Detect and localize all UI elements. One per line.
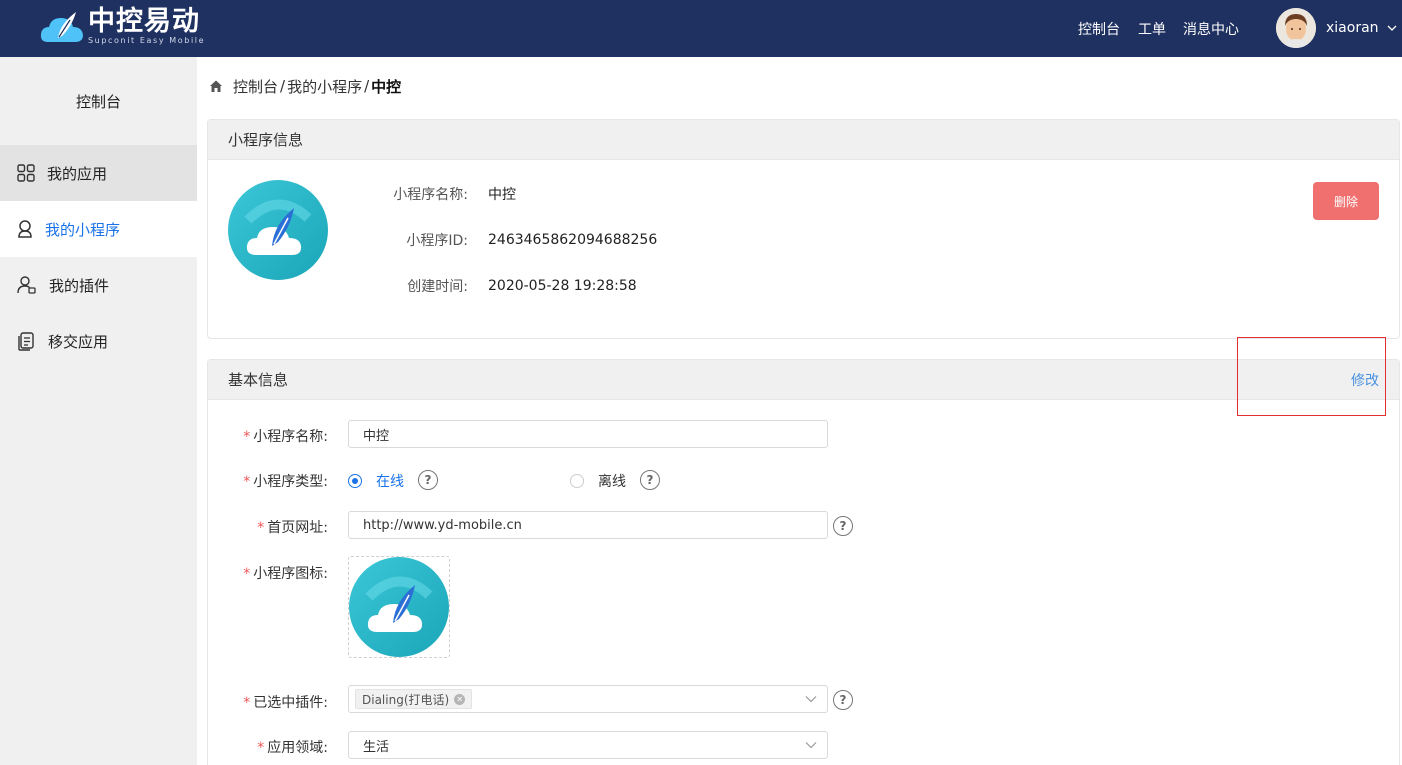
avatar bbox=[1276, 8, 1316, 48]
sidebar: 控制台 我的应用 我的小程序 我的插件 移交应用 bbox=[0, 57, 197, 765]
sidebar-item-transfer-apps[interactable]: 移交应用 bbox=[0, 313, 197, 369]
logo-subtitle: Supconit Easy Mobile bbox=[88, 36, 206, 45]
miniprogram-info-card: 小程序信息 小程序名称: 中控 小程序ID: 24634658620946882… bbox=[207, 119, 1400, 339]
icon-upload[interactable] bbox=[348, 556, 450, 658]
plugin-tag: Dialing(打电话) ✕ bbox=[355, 689, 473, 709]
domain-select[interactable]: 生活 bbox=[348, 731, 828, 759]
miniprogram-logo bbox=[228, 180, 328, 280]
plugins-select[interactable]: Dialing(打电话) ✕ bbox=[348, 685, 828, 713]
sidebar-item-my-apps[interactable]: 我的应用 bbox=[0, 145, 197, 201]
breadcrumb-separator: / bbox=[364, 77, 370, 95]
home-icon[interactable] bbox=[209, 79, 223, 93]
info-label-created: 创建时间: bbox=[407, 279, 468, 295]
highlight-box bbox=[1237, 337, 1386, 416]
sidebar-item-label: 我的小程序 bbox=[45, 220, 121, 239]
logo-title: 中控易动 bbox=[88, 6, 200, 37]
miniprogram-icon bbox=[18, 220, 32, 238]
top-bar: 中控易动 Supconit Easy Mobile 控制台 工单 消息中心 xi… bbox=[0, 0, 1402, 57]
chevron-down-icon bbox=[805, 742, 817, 749]
brand-logo[interactable]: 中控易动 Supconit Easy Mobile bbox=[40, 6, 205, 50]
close-icon[interactable]: ✕ bbox=[454, 693, 466, 705]
radio-offline[interactable] bbox=[570, 474, 584, 488]
sidebar-item-label: 移交应用 bbox=[48, 332, 109, 351]
transfer-doc-icon bbox=[18, 332, 34, 351]
breadcrumb: 控制台 / 我的小程序 / 中控 bbox=[209, 75, 401, 97]
help-icon[interactable]: ? bbox=[418, 470, 438, 490]
field-label-homepage: * 首页网址: bbox=[257, 520, 328, 536]
info-label-id: 小程序ID: bbox=[406, 233, 468, 249]
sidebar-title: 控制台 bbox=[75, 92, 121, 111]
radio-offline-label[interactable]: 离线 bbox=[598, 471, 626, 491]
field-label-domain: * 应用领域: bbox=[257, 740, 328, 756]
info-value-name: 中控 bbox=[488, 187, 516, 203]
delete-button[interactable]: 删除 bbox=[1313, 182, 1379, 220]
nav-console[interactable]: 控制台 bbox=[1078, 0, 1120, 57]
nav-tickets[interactable]: 工单 bbox=[1138, 0, 1166, 57]
field-label-plugins: * 已选中插件: bbox=[243, 695, 328, 711]
logo-cloud-icon bbox=[40, 8, 86, 46]
grid-icon bbox=[17, 164, 35, 182]
nav-messages[interactable]: 消息中心 bbox=[1183, 0, 1239, 57]
main-content: 控制台 / 我的小程序 / 中控 小程序信息 小程序名称: 中控 小程序ID: … bbox=[197, 57, 1402, 765]
info-value-created: 2020-05-28 19:28:58 bbox=[488, 278, 637, 294]
breadcrumb-my-miniprograms[interactable]: 我的小程序 bbox=[287, 76, 362, 97]
username: xiaoran bbox=[1326, 20, 1379, 36]
help-icon[interactable]: ? bbox=[833, 690, 853, 710]
info-value-id: 2463465862094688256 bbox=[488, 232, 658, 248]
info-label-name: 小程序名称: bbox=[393, 187, 468, 203]
chevron-down-icon bbox=[805, 696, 817, 703]
chevron-down-icon bbox=[1387, 25, 1396, 31]
name-input[interactable]: 中控 bbox=[348, 420, 828, 448]
sidebar-item-label: 我的应用 bbox=[47, 164, 108, 183]
field-label-name: * 小程序名称: bbox=[243, 429, 328, 445]
user-plugin-icon bbox=[17, 276, 36, 294]
card-title: 基本信息 bbox=[228, 371, 289, 389]
sidebar-item-label: 我的插件 bbox=[49, 276, 110, 295]
sidebar-item-my-plugins[interactable]: 我的插件 bbox=[0, 257, 197, 313]
breadcrumb-separator: / bbox=[280, 77, 286, 95]
card-title: 小程序信息 bbox=[208, 120, 1399, 160]
help-icon[interactable]: ? bbox=[640, 470, 660, 490]
user-menu[interactable]: xiaoran bbox=[1276, 8, 1397, 48]
miniprogram-icon-preview bbox=[349, 557, 449, 657]
field-label-type: * 小程序类型: bbox=[243, 474, 328, 490]
homepage-input[interactable]: http://www.yd-mobile.cn bbox=[348, 511, 828, 539]
help-icon[interactable]: ? bbox=[833, 516, 853, 536]
basic-info-card: 基本信息 修改 * 小程序名称: 中控 * 小程序类型: 在线 ? 离线 ? * 首页… bbox=[207, 359, 1400, 765]
radio-online[interactable] bbox=[348, 474, 362, 488]
field-label-icon: * 小程序图标: bbox=[243, 566, 328, 582]
breadcrumb-console[interactable]: 控制台 bbox=[233, 76, 278, 97]
sidebar-item-my-miniprograms[interactable]: 我的小程序 bbox=[0, 201, 197, 257]
breadcrumb-current: 中控 bbox=[371, 77, 402, 96]
radio-online-label[interactable]: 在线 bbox=[376, 471, 404, 491]
